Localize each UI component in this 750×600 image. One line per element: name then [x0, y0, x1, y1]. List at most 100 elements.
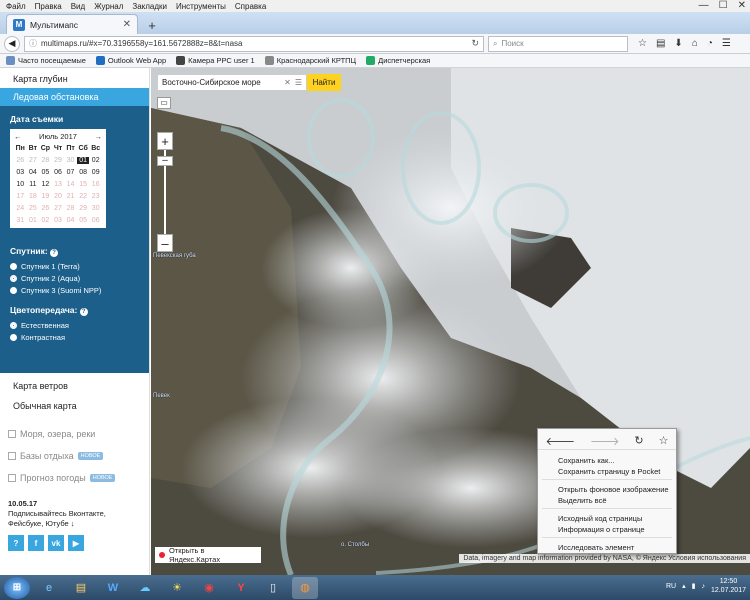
minimize-icon[interactable]: — [699, 0, 709, 11]
map-search-input[interactable]: Восточно-Сибирское море ✕ ☰ [157, 74, 307, 91]
sidebar-item-normal-map[interactable]: Обычная карта [0, 397, 149, 415]
zoom-in-button[interactable]: + [157, 132, 173, 150]
calendar-day[interactable]: 04 [27, 169, 40, 176]
pocket-icon[interactable]: ◔ [707, 38, 713, 49]
menu-item[interactable]: Закладки [132, 2, 167, 11]
zoom-out-button[interactable]: – [157, 234, 173, 252]
menu-item[interactable]: Файл [6, 2, 26, 11]
layer-weather[interactable]: Прогноз погоды НОВОЕ [0, 467, 149, 489]
calendar-day[interactable]: 12 [39, 181, 52, 188]
help-icon[interactable]: ? [79, 308, 88, 316]
calendar-day[interactable]: 08 [77, 169, 90, 176]
firefox-icon[interactable]: ◍ [292, 576, 318, 599]
find-button[interactable]: Найти [307, 74, 341, 91]
reload-icon[interactable]: ↻ [634, 434, 643, 447]
word-icon[interactable]: W [100, 577, 126, 599]
help-icon[interactable]: ? [8, 535, 24, 551]
satellite-option-terra[interactable]: Спутник 1 (Terra) [10, 262, 141, 271]
menu-item[interactable]: Журнал [94, 2, 123, 11]
search-placeholder: Поиск [501, 39, 524, 48]
bookmark-krtpc[interactable]: Краснодарский КРТПЦ [264, 56, 356, 65]
satellite-option-suomi[interactable]: Спутник 3 (Suomi NPP) [10, 286, 141, 295]
zoom-slider-handle[interactable]: – [157, 156, 173, 166]
color-option-natural[interactable]: Естественная [10, 321, 141, 330]
bookmark-most-visited[interactable]: Часто посещаемые [6, 56, 86, 65]
start-button[interactable]: ⊞ [4, 576, 30, 599]
menu-item[interactable]: Вид [71, 2, 85, 11]
calendar-day[interactable]: 09 [89, 169, 102, 176]
back-button[interactable]: ◀ [4, 35, 20, 52]
calendar-day: 06 [91, 217, 100, 224]
bookmark-camera[interactable]: Камера РРС user 1 [176, 56, 255, 65]
calendar-day[interactable]: 01 [76, 157, 90, 164]
menu-icon[interactable]: ☰ [722, 38, 731, 49]
new-tab-button[interactable]: + [142, 16, 162, 34]
info-icon[interactable]: ⓘ [29, 38, 37, 49]
home-icon[interactable]: ⌂ [692, 38, 698, 49]
volume-icon[interactable]: ♪ [701, 583, 705, 590]
menu-item-select-all[interactable]: Выделить всё [538, 494, 676, 505]
calendar-day[interactable]: 03 [14, 169, 27, 176]
calendar-day: 30 [66, 157, 75, 164]
menu-item-save-as[interactable]: Сохранить как... [538, 454, 676, 465]
radio-icon [10, 263, 17, 270]
help-icon[interactable]: ? [50, 249, 59, 257]
calendar-day[interactable]: 06 [52, 169, 65, 176]
youtube-icon[interactable]: ▶ [68, 535, 84, 551]
yandex-browser-icon[interactable]: Y [228, 577, 254, 599]
menu-item[interactable]: Инструменты [176, 2, 226, 11]
satellite-option-aqua[interactable]: Спутник 2 (Aqua) [10, 274, 141, 283]
prev-month-icon[interactable]: ← [14, 132, 22, 141]
calendar-day[interactable]: 10 [14, 181, 27, 188]
calendar-day[interactable]: 02 [89, 157, 102, 164]
bookmark-star-icon[interactable]: ☆ [659, 434, 669, 447]
menu-item-save-pocket[interactable]: Сохранить страницу в Pocket [538, 465, 676, 476]
clear-search-icon[interactable]: ✕ [284, 78, 291, 87]
maximize-icon[interactable]: ☐ [719, 0, 728, 11]
url-bar[interactable]: ⓘ multimaps.ru/#x=70.3196558y=161.567288… [24, 35, 484, 52]
tray-arrow-icon[interactable]: ▴ [682, 582, 686, 590]
menu-item-page-info[interactable]: Информация о странице [538, 523, 676, 534]
menu-item-open-bg-image[interactable]: Открыть фоновое изображение [538, 483, 676, 494]
calendar-day[interactable]: 11 [27, 181, 40, 188]
calendar-day[interactable]: 05 [39, 169, 52, 176]
calendar-day[interactable]: 07 [64, 169, 77, 176]
weather-icon[interactable]: ☀ [164, 577, 190, 599]
clock[interactable]: 12:50 12.07.2017 [711, 577, 746, 595]
layers-icon[interactable]: ☰ [295, 78, 302, 87]
sidebar-item-wind-map[interactable]: Карта ветров [0, 377, 149, 395]
layer-seas[interactable]: Моря, озера, реки [0, 423, 149, 445]
sidebar-item-depth-map[interactable]: Карта глубин [0, 70, 149, 88]
language-indicator[interactable]: RU [666, 583, 676, 590]
reload-icon[interactable]: ↻ [471, 38, 479, 49]
bookmark-dispatch[interactable]: Диспетчерская [366, 56, 430, 65]
explorer-icon[interactable]: ▤ [68, 577, 94, 599]
search-input[interactable]: ⌕ Поиск [488, 35, 628, 52]
vk-icon[interactable]: vk [48, 535, 64, 551]
menu-item[interactable]: Правка [35, 2, 62, 11]
sidebar-item-ice[interactable]: Ледовая обстановка [0, 88, 149, 106]
color-option-contrast[interactable]: Контрастная [10, 333, 141, 342]
menu-item[interactable]: Справка [235, 2, 266, 11]
network-icon[interactable]: ▮ [692, 582, 696, 590]
tab-multimaps[interactable]: M Мультимапс ✕ [6, 14, 138, 34]
map-attribution[interactable]: Data, imagery and map information provid… [459, 554, 750, 563]
reading-list-icon[interactable]: ▤ [656, 38, 665, 49]
document-icon[interactable]: ▯ [260, 577, 286, 599]
bookmark-outlook[interactable]: Outlook Web App [95, 56, 166, 65]
ruler-icon[interactable]: ▭ [157, 97, 171, 109]
menu-item-inspect[interactable]: Исследовать элемент [538, 541, 676, 552]
open-yandex-button[interactable]: Открыть в Яндекс.Картах [155, 546, 261, 564]
layer-resorts[interactable]: Базы отдыха НОВОЕ [0, 445, 149, 467]
skype-icon[interactable]: ☁ [132, 577, 158, 599]
download-icon[interactable]: ⬇ [674, 38, 682, 49]
close-tab-icon[interactable]: ✕ [123, 19, 131, 30]
bookmark-star-icon[interactable]: ☆ [638, 38, 647, 49]
close-window-icon[interactable]: ✕ [738, 0, 746, 11]
ie-icon[interactable]: e [36, 577, 62, 599]
next-month-icon[interactable]: → [95, 132, 103, 141]
back-arrow-icon[interactable]: 🡐 [545, 434, 575, 448]
chrome-icon[interactable]: ◉ [196, 577, 222, 599]
menu-item-view-source[interactable]: Исходный код страницы [538, 512, 676, 523]
facebook-icon[interactable]: f [28, 535, 44, 551]
